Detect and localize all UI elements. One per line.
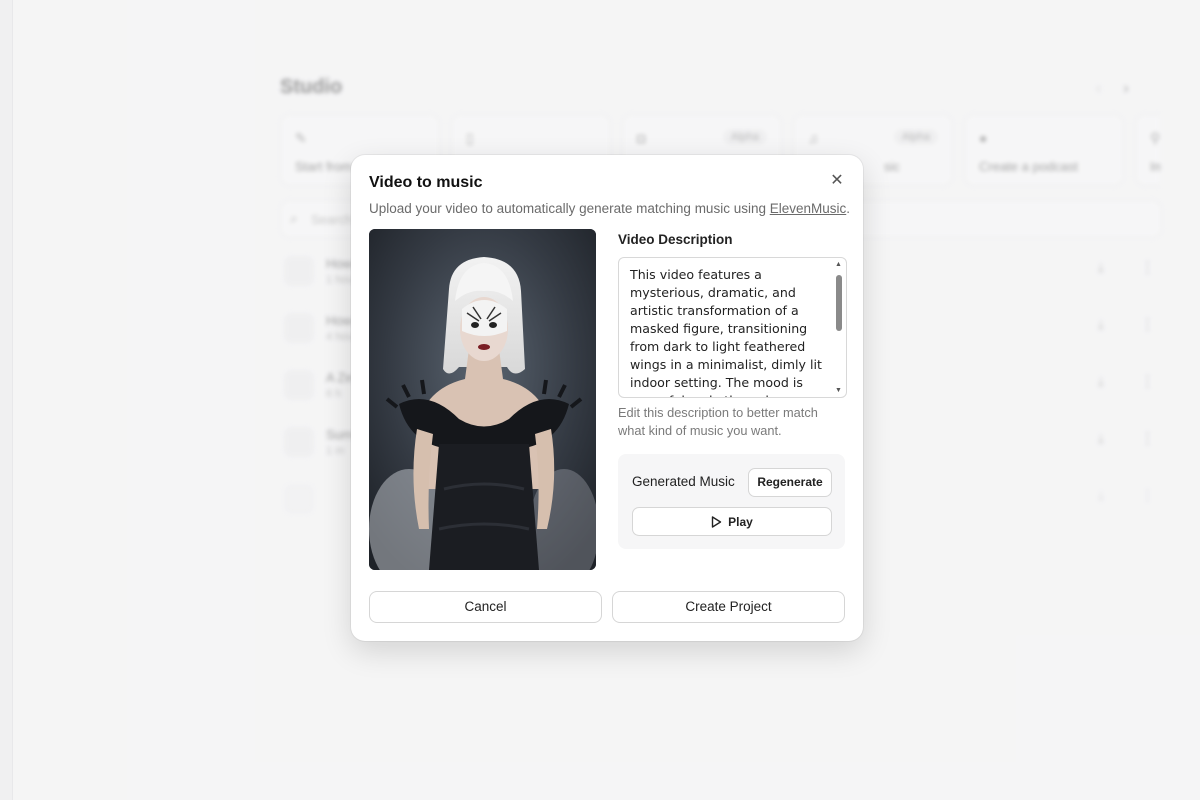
scrollbar[interactable]: ▲ ▼ — [832, 258, 846, 397]
video-to-music-dialog: Video to music ✕ Upload your video to au… — [351, 155, 863, 641]
dialog-title: Video to music — [369, 174, 483, 191]
subtitle-end: . — [846, 201, 851, 216]
play-label: Play — [728, 514, 753, 529]
scrollbar-thumb[interactable] — [836, 275, 842, 331]
generated-music-label: Generated Music — [632, 474, 735, 489]
close-icon[interactable]: ✕ — [827, 171, 847, 191]
description-label: Video Description — [618, 232, 733, 247]
video-frame-image — [369, 229, 596, 570]
description-hint: Edit this description to better match wh… — [618, 405, 818, 438]
play-button[interactable]: Play — [632, 507, 832, 536]
regenerate-button[interactable]: Regenerate — [748, 468, 832, 497]
generated-music-panel: Generated Music Regenerate Play — [618, 454, 845, 549]
scroll-up-icon[interactable]: ▲ — [835, 261, 842, 268]
play-icon — [711, 515, 722, 528]
subtitle-text: Upload your video to automatically gener… — [369, 201, 770, 216]
create-project-button[interactable]: Create Project — [612, 591, 845, 623]
description-textarea[interactable]: This video features a mysterious, dramat… — [618, 257, 847, 398]
dialog-subtitle: Upload your video to automatically gener… — [369, 201, 850, 216]
video-preview[interactable] — [369, 229, 596, 570]
description-text[interactable]: This video features a mysterious, dramat… — [630, 266, 822, 397]
elevenmusic-link[interactable]: ElevenMusic — [770, 201, 847, 216]
scroll-down-icon[interactable]: ▼ — [835, 387, 842, 394]
cancel-button[interactable]: Cancel — [369, 591, 602, 623]
